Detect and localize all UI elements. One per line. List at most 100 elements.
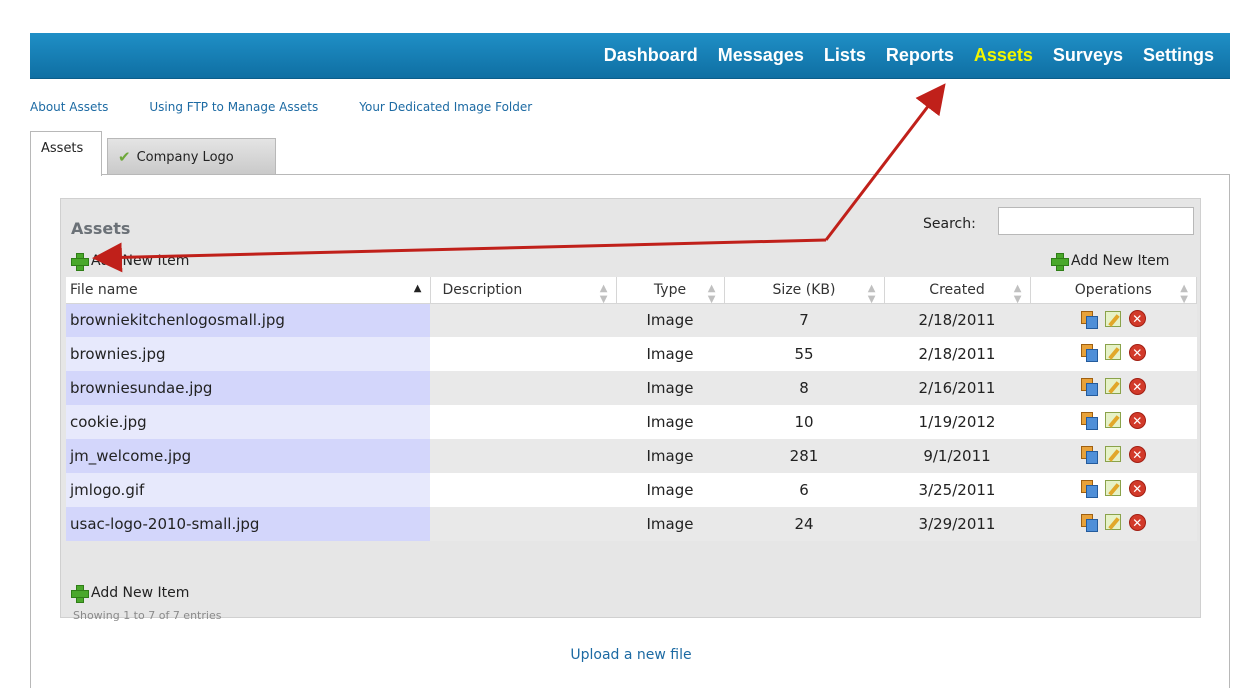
grid-title: Assets <box>71 219 131 238</box>
nav-lists[interactable]: Lists <box>824 45 866 66</box>
size-cell: 281 <box>724 439 884 473</box>
nav-assets[interactable]: Assets <box>974 45 1033 66</box>
size-cell: 6 <box>724 473 884 507</box>
checkmark-icon: ✔ <box>118 148 131 166</box>
add-new-item-bottom[interactable]: Add New Item <box>71 585 190 603</box>
col-header-label: Description <box>442 281 523 298</box>
col-header-description[interactable]: Description ▲ ▼ <box>430 277 617 305</box>
nav-settings[interactable]: Settings <box>1143 45 1214 66</box>
description-cell <box>430 337 616 371</box>
edit-icon[interactable] <box>1104 378 1121 395</box>
operations-cell: ✕ <box>1030 473 1197 507</box>
size-cell: 55 <box>724 337 884 371</box>
table-row[interactable]: browniesundae.jpg Image 8 2/16/2011 ✕ <box>66 371 1197 405</box>
delete-icon[interactable]: ✕ <box>1128 513 1146 531</box>
nav-dashboard[interactable]: Dashboard <box>604 45 698 66</box>
type-cell: Image <box>616 405 724 439</box>
created-cell: 9/1/2011 <box>884 439 1030 473</box>
nav-menu: Dashboard Messages Lists Reports Assets … <box>584 45 1214 66</box>
edit-icon[interactable] <box>1104 310 1121 327</box>
copy-icon[interactable] <box>1080 310 1098 329</box>
created-cell: 2/16/2011 <box>884 371 1030 405</box>
copy-icon[interactable] <box>1080 378 1098 397</box>
copy-icon[interactable] <box>1080 412 1098 431</box>
upload-file-link[interactable]: Upload a new file <box>31 647 1231 663</box>
assets-page: Dashboard Messages Lists Reports Assets … <box>0 0 1248 688</box>
edit-icon[interactable] <box>1104 446 1121 463</box>
table-row[interactable]: jm_welcome.jpg Image 281 9/1/2011 ✕ <box>66 439 1197 473</box>
created-cell: 2/18/2011 <box>884 303 1030 337</box>
size-cell: 24 <box>724 507 884 541</box>
file-name-cell[interactable]: jm_welcome.jpg <box>66 439 430 473</box>
nav-reports[interactable]: Reports <box>886 45 954 66</box>
nav-messages[interactable]: Messages <box>718 45 804 66</box>
help-links: About Assets Using FTP to Manage Assets … <box>30 100 573 114</box>
delete-icon[interactable]: ✕ <box>1128 343 1146 361</box>
add-new-item-top-right[interactable]: Add New Item <box>1051 253 1169 271</box>
col-header-size[interactable]: Size (KB) ▲ ▼ <box>724 277 885 305</box>
edit-icon[interactable] <box>1104 344 1121 361</box>
edit-icon[interactable] <box>1104 480 1121 497</box>
col-header-file-name[interactable]: File name ▲ <box>66 277 431 304</box>
plus-icon <box>1051 253 1069 271</box>
file-name-cell[interactable]: brownies.jpg <box>66 337 430 371</box>
created-cell: 1/19/2012 <box>884 405 1030 439</box>
description-cell <box>430 473 616 507</box>
tab-company-logo[interactable]: ✔ Company Logo <box>107 138 276 175</box>
type-cell: Image <box>616 507 724 541</box>
sort-asc-icon: ▲ <box>413 283 422 294</box>
add-new-item-label: Add New Item <box>91 253 190 269</box>
assets-table: File name ▲ Description ▲▼ Type ▲▼ Siz <box>66 277 1197 541</box>
table-row[interactable]: usac-logo-2010-small.jpg Image 24 3/29/2… <box>66 507 1197 541</box>
type-cell: Image <box>616 439 724 473</box>
tab-assets[interactable]: Assets <box>30 131 102 176</box>
delete-icon[interactable]: ✕ <box>1128 445 1146 463</box>
col-header-label: File name <box>70 281 138 298</box>
description-cell <box>430 303 616 337</box>
tab-assets-label: Assets <box>41 141 84 156</box>
table-row[interactable]: jmlogo.gif Image 6 3/25/2011 ✕ <box>66 473 1197 507</box>
col-header-created[interactable]: Created ▲ ▼ <box>884 277 1031 305</box>
ftp-assets-link[interactable]: Using FTP to Manage Assets <box>149 100 318 114</box>
created-cell: 2/18/2011 <box>884 337 1030 371</box>
file-name-cell[interactable]: jmlogo.gif <box>66 473 430 507</box>
file-name-cell[interactable]: usac-logo-2010-small.jpg <box>66 507 430 541</box>
add-new-item-label: Add New Item <box>91 585 190 601</box>
delete-icon[interactable]: ✕ <box>1128 310 1146 327</box>
delete-icon[interactable]: ✕ <box>1128 377 1146 395</box>
operations-cell: ✕ <box>1030 371 1197 405</box>
delete-icon[interactable]: ✕ <box>1128 479 1146 497</box>
sort-icon: ▲ ▼ <box>1180 283 1188 305</box>
operations-cell: ✕ <box>1030 405 1197 439</box>
col-header-label: Type <box>653 281 687 298</box>
operations-cell: ✕ <box>1030 303 1197 337</box>
search-label: Search: <box>923 216 976 232</box>
search-input[interactable] <box>998 207 1194 235</box>
file-name-cell[interactable]: browniesundae.jpg <box>66 371 430 405</box>
about-assets-link[interactable]: About Assets <box>30 100 108 114</box>
operations-cell: ✕ <box>1030 439 1197 473</box>
dedicated-image-folder-link[interactable]: Your Dedicated Image Folder <box>359 100 532 114</box>
sort-icon: ▲ ▼ <box>867 283 876 305</box>
copy-icon[interactable] <box>1080 446 1098 465</box>
add-new-item-top-left[interactable]: Add New Item <box>71 253 190 271</box>
col-header-type[interactable]: Type ▲ ▼ <box>616 277 725 305</box>
table-row[interactable]: brownies.jpg Image 55 2/18/2011 ✕ <box>66 337 1197 371</box>
file-name-cell[interactable]: browniekitchenlogosmall.jpg <box>66 303 430 337</box>
table-row[interactable]: browniekitchenlogosmall.jpg Image 7 2/18… <box>66 303 1197 337</box>
col-header-operations[interactable]: Operations ▲ ▼ <box>1030 277 1197 305</box>
delete-icon[interactable]: ✕ <box>1128 411 1146 429</box>
edit-icon[interactable] <box>1104 412 1121 429</box>
copy-icon[interactable] <box>1080 514 1098 533</box>
nav-surveys[interactable]: Surveys <box>1053 45 1123 66</box>
table-header-row: File name ▲ Description ▲▼ Type ▲▼ Siz <box>66 277 1197 305</box>
file-name-cell[interactable]: cookie.jpg <box>66 405 430 439</box>
assets-panel: Assets Search: Add New Item Add New Item… <box>30 174 1230 688</box>
description-cell <box>430 371 616 405</box>
sort-icon: ▲ ▼ <box>1013 283 1022 305</box>
copy-icon[interactable] <box>1080 480 1098 499</box>
table-row[interactable]: cookie.jpg Image 10 1/19/2012 ✕ <box>66 405 1197 439</box>
tab-company-logo-label: Company Logo <box>136 149 234 165</box>
copy-icon[interactable] <box>1080 344 1098 363</box>
edit-icon[interactable] <box>1104 514 1121 531</box>
